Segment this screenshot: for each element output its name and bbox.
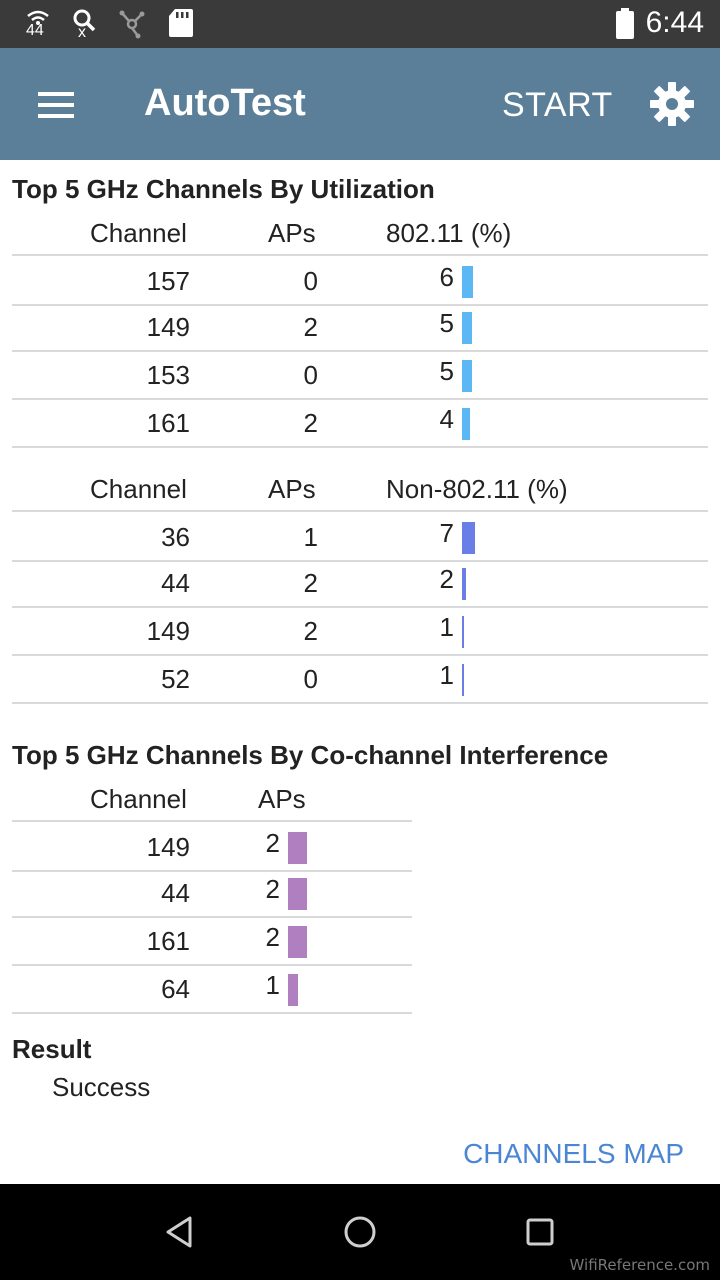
table-row: 157 0 6 [12,254,708,306]
aps-cell: 0 [303,664,318,694]
t3-header-channel: Channel [90,784,187,814]
status-bar: 44 x 6:44 [0,0,720,48]
aps-cell: 2 [303,616,318,646]
battery-icon [614,8,636,45]
channel-cell: 52 [161,664,190,694]
table-row: 64 1 [12,964,412,1014]
recents-button[interactable] [520,1212,560,1252]
non-802-bar [462,664,464,696]
aps-cell: 1 [303,522,318,552]
t1-header-aps: APs [268,218,316,248]
channel-cell: 149 [146,312,190,342]
table-row: 149 2 1 [12,606,708,656]
aps-cell: 0 [303,360,318,390]
non-802-bar [462,522,475,554]
table-row: 161 2 [12,916,412,966]
app-bar: AutoTest START [0,48,720,160]
table-row: 161 2 4 [12,398,708,448]
channel-cell: 64 [161,974,190,1004]
aps-cell: 2 [303,408,318,438]
sd-card-icon [168,8,194,43]
value-cell: 5 [439,356,454,386]
value-cell: 4 [439,404,454,434]
utilization-bar [462,312,472,344]
table-row: 44 2 2 [12,558,708,608]
signal-icon: 44 [24,8,52,47]
aps-cell: 2 [303,568,318,598]
back-icon [166,1216,192,1248]
navigation-bar: WifiReference.com [0,1184,720,1280]
channel-cell: 161 [146,408,190,438]
table-row: 153 0 5 [12,350,708,400]
table-row: 149 2 [12,820,412,872]
t2-header-non802: Non-802.11 (%) [386,474,568,504]
watermark: WifiReference.com [569,1256,710,1274]
utilization-bar [462,408,470,440]
value-cell: 7 [439,518,454,548]
search-icon: x [72,8,98,41]
aps-cell: 2 [265,922,280,952]
search-x-text: x [78,24,86,41]
menu-button[interactable] [22,78,90,134]
value-cell: 1 [439,660,454,690]
recents-icon [526,1218,554,1246]
t2-header-channel: Channel [90,474,187,504]
utilization-bar [462,266,473,298]
non-802-bar [462,616,464,648]
network-hub-icon [116,8,148,45]
table-row: 36 1 7 [12,510,708,562]
start-button[interactable]: START [502,86,613,125]
non-802-bar [462,568,466,600]
aps-cell: 2 [265,828,280,858]
interference-title: Top 5 GHz Channels By Co-channel Interfe… [12,740,609,770]
value-cell: 1 [439,612,454,642]
content-area: Top 5 GHz Channels By Utilization Channe… [0,160,720,1184]
interference-bar [288,974,298,1006]
value-cell: 6 [439,262,454,292]
utilization-bar [462,360,472,392]
channel-cell: 157 [146,266,190,296]
home-icon [344,1216,376,1248]
menu-icon-line [38,103,74,107]
t2-header-aps: APs [268,474,316,504]
t1-header-channel: Channel [90,218,187,248]
channel-cell: 153 [146,360,190,390]
channel-cell: 161 [146,926,190,956]
value-cell: 5 [439,308,454,338]
aps-cell: 2 [303,312,318,342]
t3-header-aps: APs [258,784,306,814]
interference-bar [288,832,307,864]
app-title: AutoTest [144,82,306,124]
table-row: 44 2 [12,868,412,918]
interference-bar [288,878,307,910]
menu-icon-line [38,114,74,118]
aps-cell: 1 [265,970,280,1000]
menu-icon-line [38,92,74,96]
signal-text: 44 [26,22,44,39]
back-button[interactable] [160,1212,200,1252]
interference-bar [288,926,307,958]
gear-icon [650,82,694,126]
utilization-title: Top 5 GHz Channels By Utilization [12,174,435,204]
value-cell: 2 [439,564,454,594]
aps-cell: 0 [303,266,318,296]
channels-map-button[interactable]: CHANNELS MAP [463,1138,684,1170]
table-row: 149 2 5 [12,302,708,352]
result-value: Success [52,1072,151,1102]
table-row: 52 0 1 [12,654,708,704]
t1-header-802: 802.11 (%) [386,218,512,248]
clock: 6:44 [645,6,704,39]
settings-button[interactable] [648,80,696,128]
result-label: Result [12,1034,92,1064]
home-button[interactable] [340,1212,380,1252]
aps-cell: 2 [265,874,280,904]
channel-cell: 149 [146,616,190,646]
channel-cell: 44 [161,878,190,908]
channel-cell: 36 [161,522,190,552]
channel-cell: 44 [161,568,190,598]
channel-cell: 149 [146,832,190,862]
